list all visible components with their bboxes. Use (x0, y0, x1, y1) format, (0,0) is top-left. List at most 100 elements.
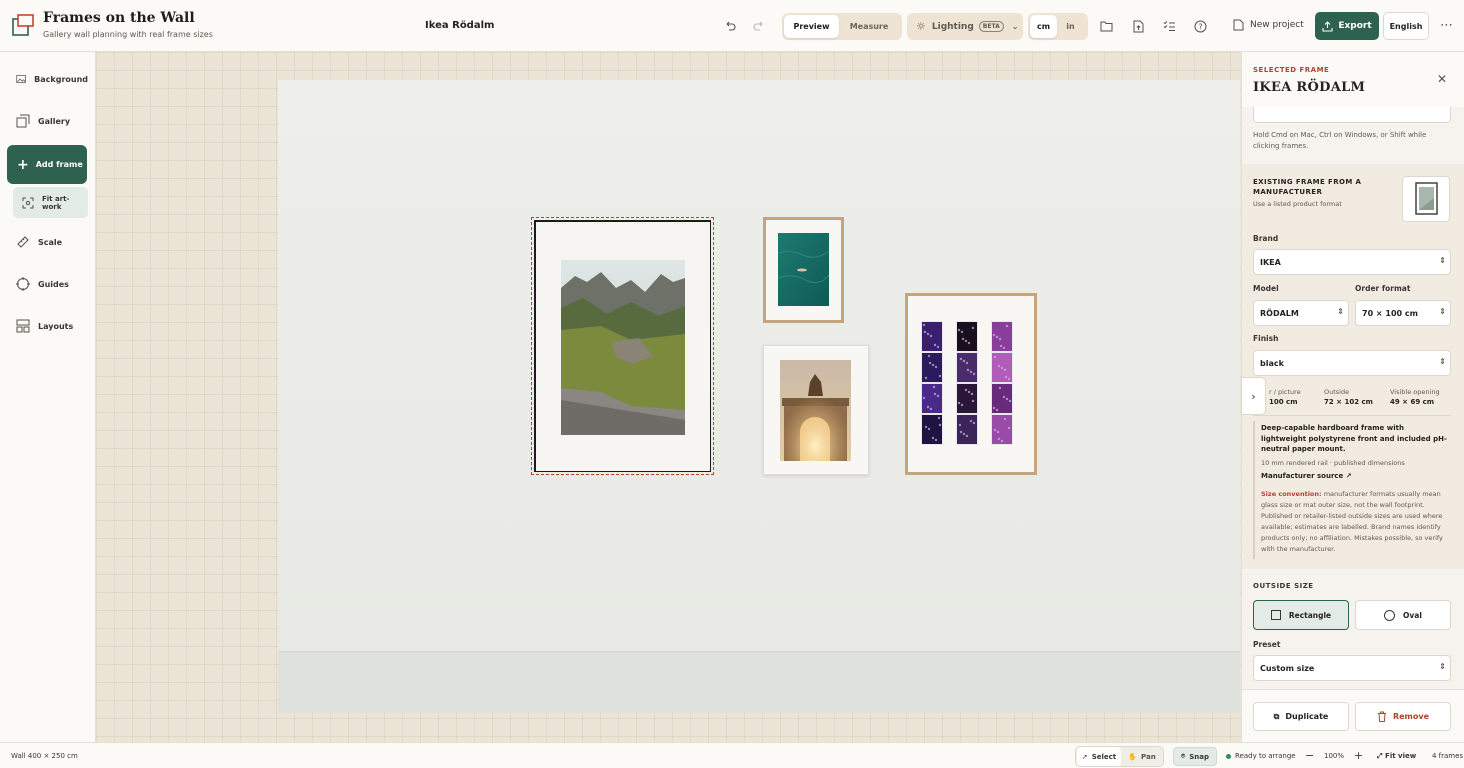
app-title: Frames on the Wall (43, 10, 195, 26)
wall-size: Wall 400 × 250 cm (11, 752, 78, 760)
more-icon[interactable]: ⋯ (1440, 18, 1453, 33)
finish-value: black (1260, 358, 1284, 368)
snap-toggle[interactable]: ⌾ Snap (1173, 747, 1217, 766)
export-label: Export (1338, 21, 1372, 31)
gallery-icon (16, 114, 30, 128)
duplicate-button[interactable]: ⧉ Duplicate (1253, 702, 1349, 731)
zoom-in-button[interactable]: + (1354, 749, 1363, 762)
file-upload-icon[interactable] (1130, 18, 1146, 34)
undo-icon[interactable] (722, 18, 738, 34)
remove-button[interactable]: Remove (1355, 702, 1451, 731)
multi-select-hint: Hold Cmd on Mac, Ctrl on Windows, or Shi… (1253, 131, 1427, 150)
model-select[interactable]: RÖDALM ⇕ (1253, 300, 1349, 326)
frame-mountains[interactable] (531, 217, 714, 475)
fit-artwork-button[interactable]: Fit art-work (13, 187, 88, 218)
circle-icon (1384, 609, 1396, 621)
chevron-down-icon: ⌄ (1011, 22, 1019, 31)
sidebar-item-layouts[interactable]: Layouts (8, 308, 88, 344)
tool-sidebar: Background Gallery + Add frame Fit art-w… (0, 52, 96, 742)
fit-view-button[interactable]: ⤢ Fit view (1377, 752, 1416, 761)
sidebar-item-background[interactable]: Background (8, 61, 88, 97)
new-project-button[interactable]: New project (1233, 19, 1304, 31)
language-button[interactable]: English (1383, 12, 1429, 40)
brand-select[interactable]: IKEA ⇕ (1253, 249, 1451, 275)
frame-count: 4 frames (1432, 752, 1464, 760)
copy-icon: ⧉ (1273, 711, 1280, 721)
unit-cm[interactable]: cm (1030, 15, 1057, 38)
add-frame-button[interactable]: + Add frame (7, 145, 87, 184)
measure-tab[interactable]: Measure (839, 15, 899, 38)
sidebar-label-layouts: Layouts (38, 321, 74, 331)
add-frame-label: Add frame (35, 160, 83, 169)
select-mode-button[interactable]: ➚ Select (1077, 747, 1121, 766)
panel-footer: ⧉ Duplicate Remove (1242, 689, 1464, 742)
finish-label: Finish (1253, 334, 1279, 343)
brand-value: IKEA (1260, 257, 1281, 267)
external-link-icon: ↗ (1345, 472, 1352, 480)
flower-strip (956, 321, 978, 445)
finish-select[interactable]: black ⇕ (1253, 350, 1451, 376)
fit-view-label: Fit view (1385, 752, 1417, 760)
plus-icon: + (17, 156, 29, 173)
shape-oval-button[interactable]: Oval (1355, 600, 1451, 630)
snap-label: Snap (1189, 752, 1209, 761)
close-icon[interactable]: ✕ (1437, 72, 1447, 86)
frame-sea[interactable] (763, 217, 844, 323)
info-rule (1253, 421, 1255, 559)
sidebar-item-scale[interactable]: Scale (8, 224, 88, 260)
dim-picture-value: 100 cm (1269, 398, 1298, 406)
order-format-select[interactable]: 70 × 100 cm ⇕ (1355, 300, 1451, 326)
fit-icon (22, 197, 34, 208)
dim-outside-value: 72 × 102 cm (1324, 398, 1373, 406)
pan-mode-button[interactable]: ✋ Pan (1122, 747, 1162, 766)
wall (278, 80, 1240, 651)
folder-icon[interactable] (1098, 18, 1114, 34)
preset-select[interactable]: Custom size ⇕ (1253, 655, 1451, 681)
preview-tab[interactable]: Preview (784, 15, 839, 38)
project-name[interactable]: Ikea Rödalm (425, 20, 494, 31)
lighting-dropdown[interactable]: ☼ Lighting BETA ⌄ (907, 13, 1023, 40)
order-format-value: 70 × 100 cm (1362, 308, 1418, 318)
export-button[interactable]: Export (1315, 12, 1379, 40)
order-format-label: Order format (1355, 284, 1411, 293)
preset-value: Custom size (1260, 663, 1315, 673)
panel-collapse-button[interactable]: › (1241, 377, 1266, 415)
duplicate-label: Duplicate (1285, 712, 1329, 721)
manufacturer-source-link[interactable]: Manufacturer source ↗ (1261, 472, 1352, 480)
outside-size-label: OUTSIDE SIZE (1253, 582, 1314, 590)
checklist-icon[interactable] (1161, 18, 1177, 34)
trash-icon (1377, 711, 1386, 722)
zoom-level: 100% (1324, 752, 1345, 760)
help-icon[interactable]: ? (1192, 18, 1208, 34)
frame-arch[interactable] (763, 345, 869, 475)
zoom-out-button[interactable]: − (1305, 749, 1314, 762)
dim-outside: Outside 72 × 102 cm (1324, 388, 1373, 406)
size-convention: Size convention: manufacturer formats us… (1261, 489, 1451, 555)
sidebar-label-guides: Guides (38, 279, 69, 289)
redo-icon[interactable] (751, 18, 767, 34)
new-file-icon (1233, 19, 1244, 31)
sidebar-item-gallery[interactable]: Gallery (8, 103, 88, 139)
dim-opening-value: 49 × 69 cm (1390, 398, 1435, 406)
frame-description: Deep-capable hardboard frame with lightw… (1261, 424, 1447, 453)
model-label: Model (1253, 284, 1279, 293)
partial-input[interactable] (1253, 107, 1451, 123)
chevron-updown-icon: ⇕ (1337, 307, 1344, 316)
sidebar-item-guides[interactable]: Guides (8, 266, 88, 302)
brand-label: Brand (1253, 234, 1279, 243)
expand-icon: ⤢ (1377, 752, 1383, 760)
chevron-updown-icon: ⇕ (1439, 662, 1446, 671)
chevron-updown-icon: ⇕ (1439, 307, 1446, 316)
dim-picture: r / picture 100 cm (1269, 388, 1301, 406)
unit-in[interactable]: in (1057, 15, 1084, 38)
design-canvas[interactable] (96, 52, 1241, 742)
hand-icon: ✋ (1128, 752, 1138, 761)
divider (1253, 415, 1451, 416)
dim-picture-label: r / picture (1269, 388, 1301, 396)
dim-opening-label: Visible opening (1390, 388, 1440, 396)
shape-rectangle-button[interactable]: Rectangle (1253, 600, 1349, 630)
app-logo-icon (12, 14, 34, 36)
flower-strip (991, 321, 1013, 445)
remove-label: Remove (1392, 712, 1430, 721)
frame-flowers[interactable] (905, 293, 1037, 475)
